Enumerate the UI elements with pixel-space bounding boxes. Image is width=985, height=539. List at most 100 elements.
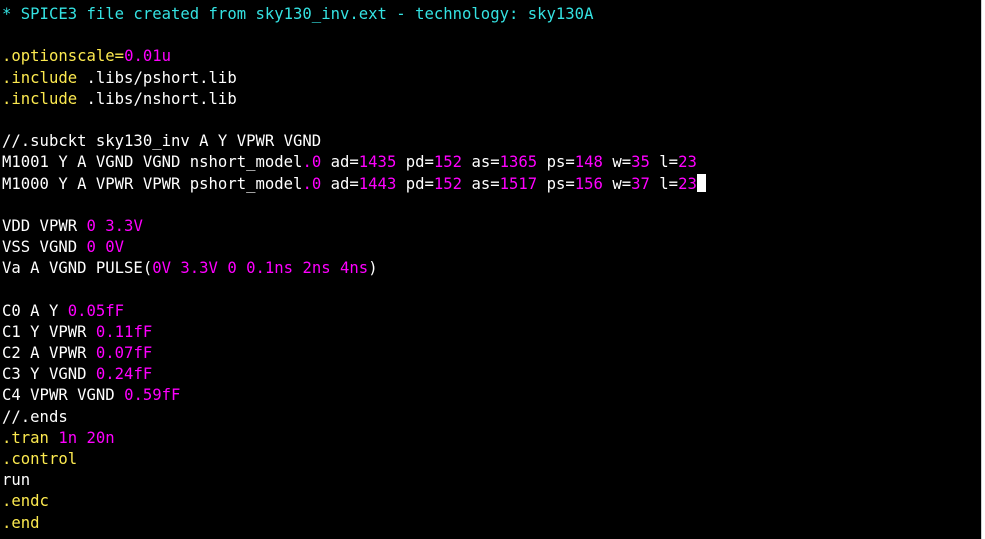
text-segment: ps= [537,153,575,172]
text-segment: ) [368,259,378,278]
text-segment: 3.3V [105,216,143,235]
text-line: M1000 Y A VPWR VPWR pshort_model.0 ad=14… [2,173,981,195]
text-line: C4 VPWR VGND 0.59fF [2,385,981,406]
text-segment: .libs/pshort.lib [77,68,237,87]
text-segment: 2ns [302,259,331,278]
text-segment: 3.3V [180,259,218,278]
text-segment: ad= [321,174,359,193]
text-segment: .end [2,513,40,532]
text-segment: M1001 Y A VGND VGND nshort_model [2,153,303,172]
text-cursor [696,173,706,192]
text-segment: 0.59fF [124,386,181,405]
text-segment: .0 [302,174,322,193]
text-segment: 156 [574,174,603,193]
text-segment: 0.1ns [246,259,294,278]
text-line: VSS VGND 0 0V [2,237,981,258]
text-segment: w= [602,153,632,172]
text-line [2,279,981,300]
text-segment: as= [462,174,500,193]
text-segment: VDD VPWR [2,216,87,235]
text-segment: * SPICE3 file created from sky130_inv.ex… [2,5,594,23]
text-line: VDD VPWR 0 3.3V [2,216,981,237]
text-line: run [2,470,981,491]
text-line [2,195,981,216]
text-segment: .libs/nshort.lib [77,89,237,108]
text-segment [171,259,180,277]
text-segment: run [2,471,31,490]
text-segment: as= [462,153,500,172]
text-segment: l= [649,153,679,172]
text-segment: w= [602,174,632,193]
text-segment: 20n [86,428,115,447]
text-segment: //.ends [2,407,68,426]
text-segment: l= [649,174,679,193]
text-segment [331,259,340,277]
text-segment: 23 [678,153,697,172]
text-segment [49,429,58,447]
text-segment [77,429,86,447]
text-line: C3 Y VGND 0.24fF [2,364,981,385]
text-segment: 23 [678,174,697,193]
text-segment: 0 [86,216,96,235]
text-segment: C2 A VPWR [2,344,96,362]
text-line: M1001 Y A VGND VGND nshort_model.0 ad=14… [2,152,981,173]
text-segment [237,259,246,277]
text-segment: Va A VGND PULSE( [2,259,153,278]
text-line: C1 Y VPWR 0.11fF [2,322,981,343]
text-segment: 0 [86,238,96,257]
text-segment: 0.11fF [95,322,153,341]
text-segment: //.subckt sky130_inv A Y VPWR VGND [2,132,322,151]
text-segment: 1365 [499,153,538,172]
text-segment: 0.01u [124,47,172,66]
text-segment: 0V [105,238,125,257]
text-segment: 0.05fF [67,301,125,320]
text-segment: 0V [152,259,171,278]
text-line: //.ends [2,407,981,428]
text-segment: 37 [631,174,650,193]
text-segment: ad= [321,153,359,172]
text-segment: scale= [67,47,125,66]
text-segment: 1517 [499,174,538,193]
text-segment: pd= [396,174,434,193]
text-segment: M1000 Y A VPWR VPWR pshort_model [2,174,303,193]
text-segment [96,238,105,256]
text-line: Va A VGND PULSE(0V 3.3V 0 0.1ns 2ns 4ns) [2,258,981,279]
text-line: .control [2,449,981,470]
text-line: C0 A Y 0.05fF [2,301,981,322]
terminal-window[interactable]: * SPICE3 file created from sky130_inv.ex… [0,0,982,539]
text-segment: 4ns [340,259,369,278]
text-segment: pd= [396,153,434,172]
text-segment: C0 A Y [2,301,68,320]
text-segment: .option [2,47,68,66]
text-line: //.subckt sky130_inv A Y VPWR VGND [2,131,981,152]
text-segment: 148 [574,153,603,172]
text-segment: .control [2,449,78,468]
text-line: .endc [2,491,981,512]
text-segment: .include [2,68,78,87]
text-segment [96,217,105,235]
text-segment: .include [2,89,78,108]
text-segment: 0.07fF [95,344,153,362]
text-segment: 152 [433,153,463,172]
text-segment: 1435 [358,153,397,172]
text-segment: 35 [631,153,650,172]
text-segment: 152 [433,174,463,193]
text-line [2,25,981,46]
text-segment: 0.24fF [95,365,153,384]
text-line: C2 A VPWR 0.07fF [2,343,981,364]
text-line [2,110,981,131]
text-segment: .0 [302,153,322,172]
text-line: .end [2,513,981,534]
text-segment [218,259,227,277]
text-segment: C1 Y VPWR [2,322,96,341]
text-segment: .tran [2,428,49,447]
text-segment: 1443 [358,174,397,193]
text-segment: C3 Y VGND [2,365,96,384]
text-line: .include .libs/pshort.lib [2,68,981,89]
editor-text-area[interactable]: * SPICE3 file created from sky130_inv.ex… [0,4,981,534]
text-segment: 0 [227,259,237,278]
text-line: .optionscale=0.01u [2,46,981,67]
text-segment: 1n [58,428,78,447]
text-segment: .endc [2,492,49,511]
text-line: .include .libs/nshort.lib [2,89,981,110]
